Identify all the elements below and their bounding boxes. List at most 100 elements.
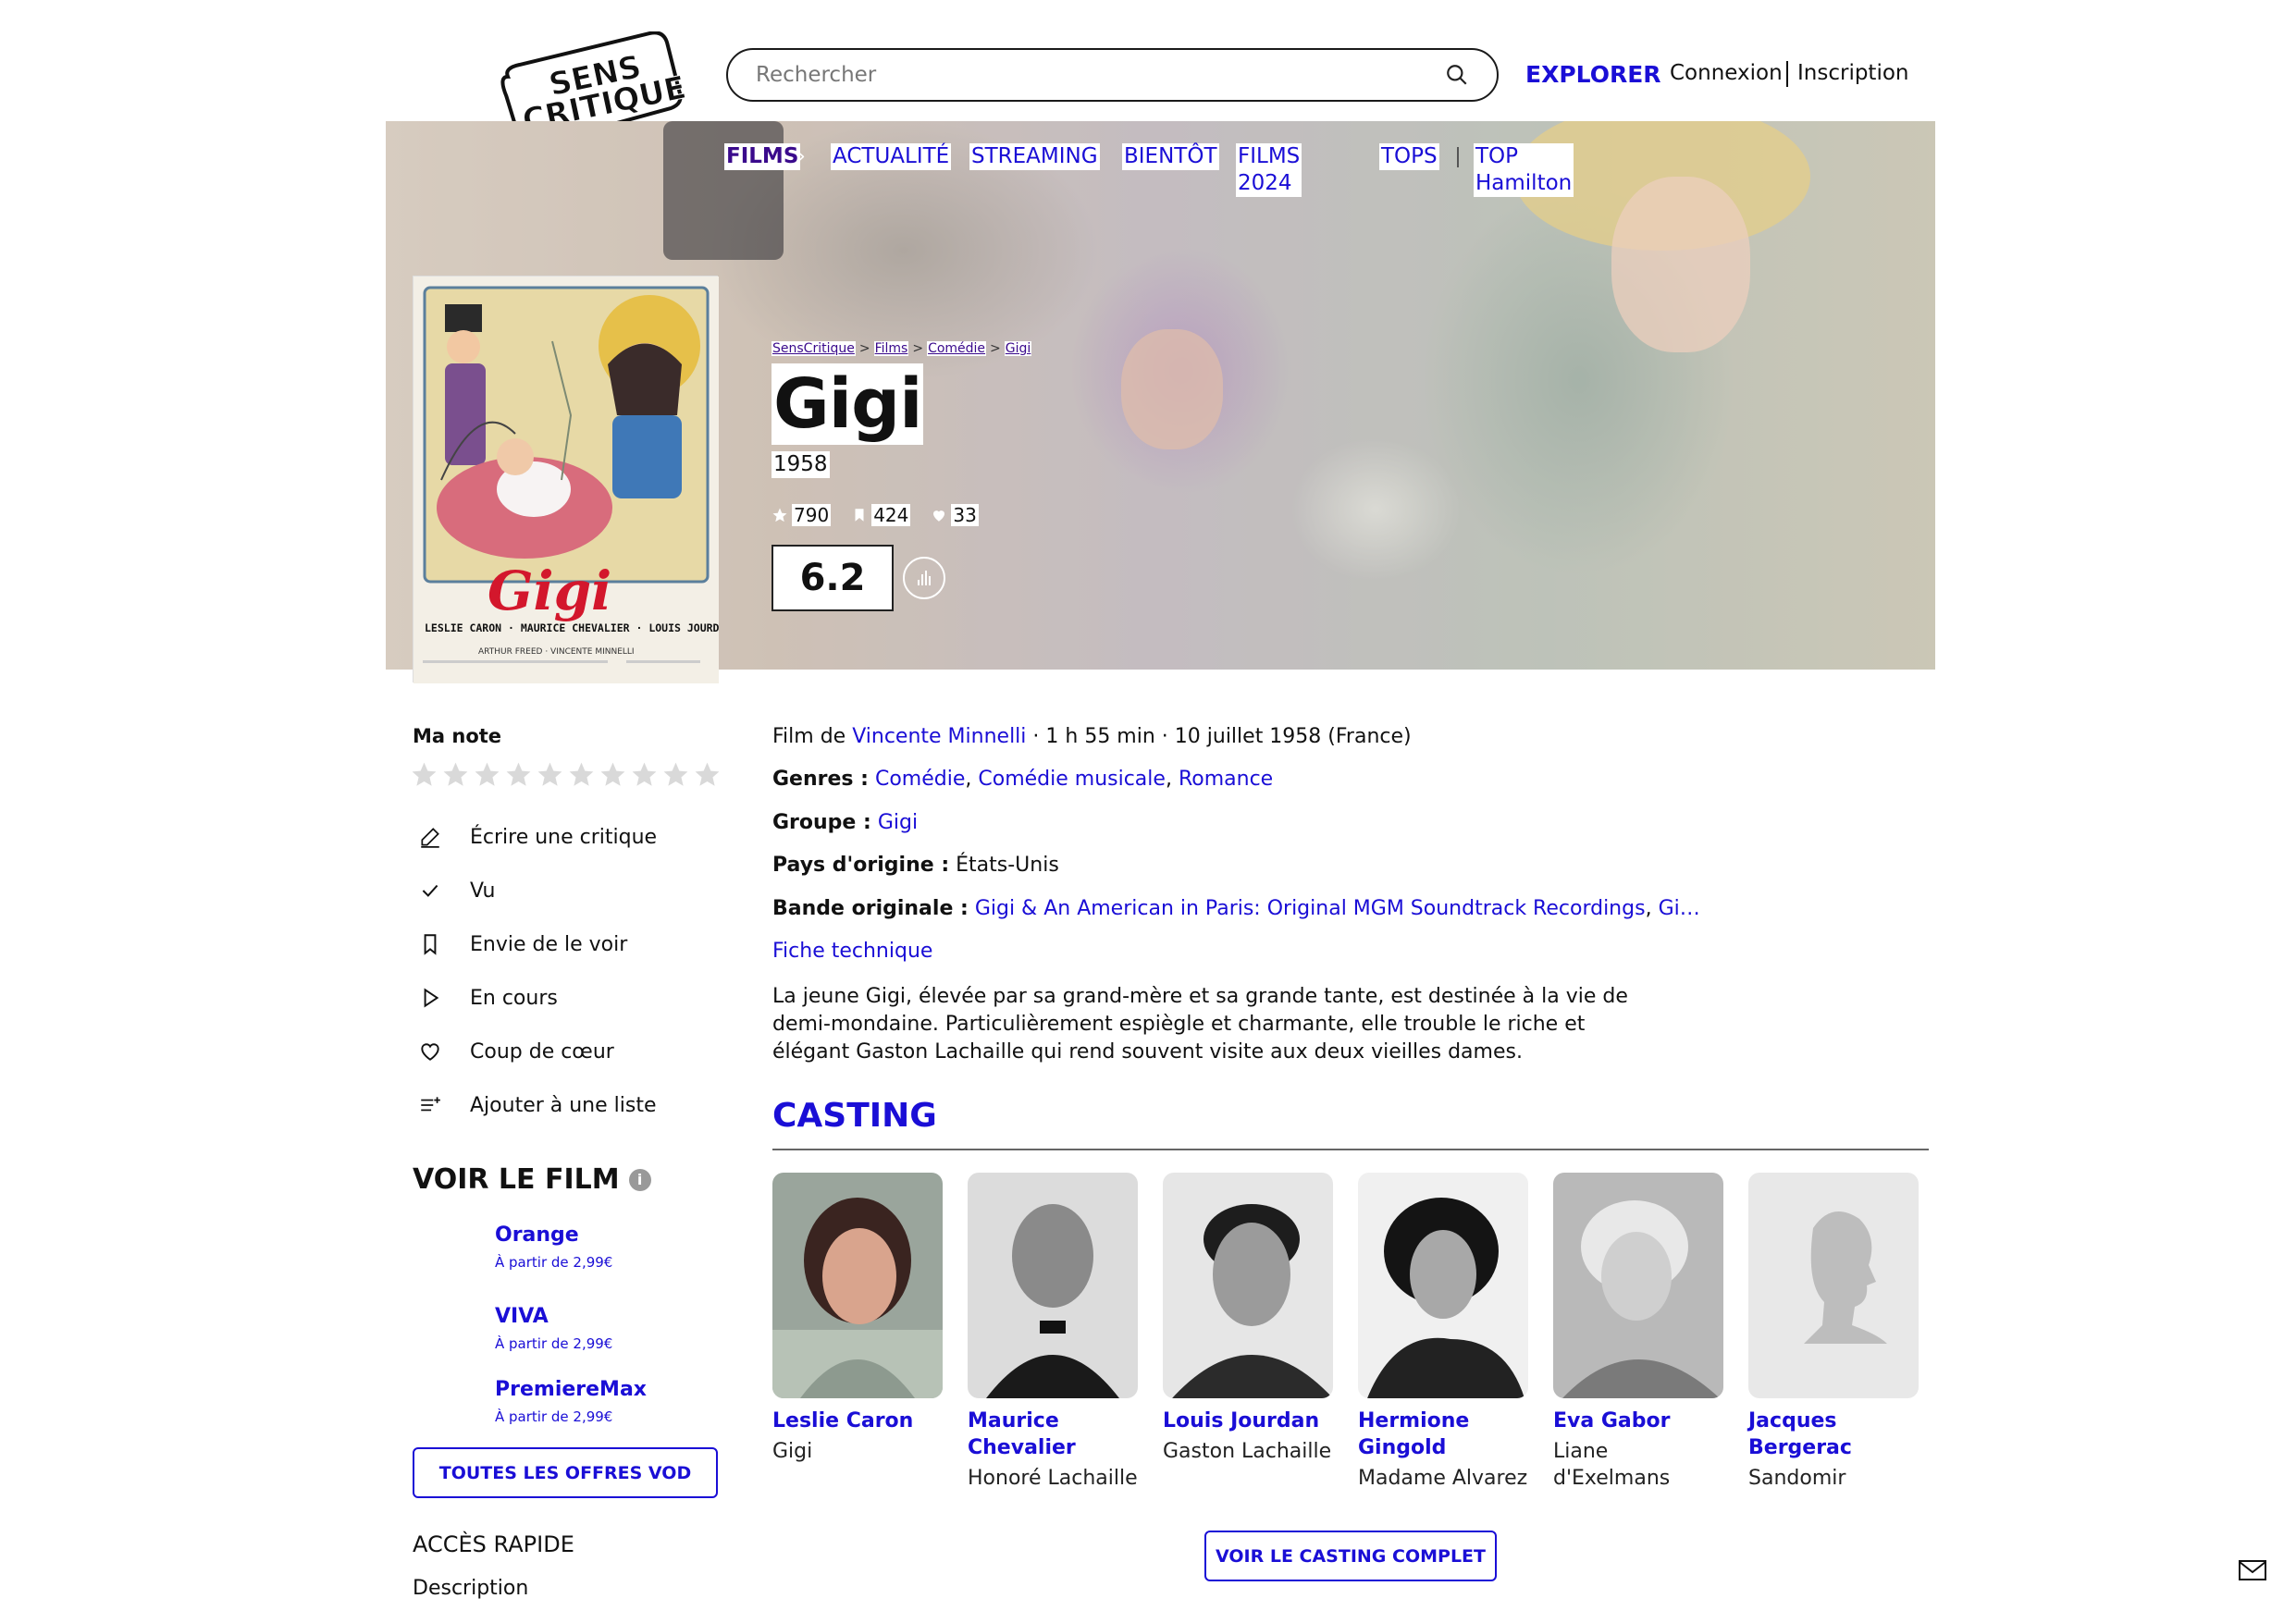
search-icon[interactable] — [1445, 63, 1469, 87]
breadcrumb-gigi[interactable]: Gigi — [1004, 341, 1032, 356]
country-label: Pays d'origine : — [772, 854, 950, 877]
watch-film-label: VOIR LE FILM — [413, 1163, 620, 1196]
actor-photo[interactable] — [1358, 1173, 1528, 1398]
add-to-list-button[interactable]: Ajouter à une liste — [418, 1093, 657, 1117]
signup-link[interactable]: Inscription — [1797, 61, 1909, 85]
all-vod-offers-button[interactable]: TOUTES LES OFFRES VOD — [413, 1447, 718, 1498]
vod-offer-premieremax[interactable]: PremiereMax À partir de 2,99€ — [495, 1378, 647, 1425]
vod-offer-viva[interactable]: VIVA À partir de 2,99€ — [495, 1305, 612, 1352]
rating-distribution-button[interactable] — [903, 557, 945, 599]
star-icon[interactable] — [473, 760, 501, 789]
director-link[interactable]: Vincente Minnelli — [852, 725, 1026, 748]
cast-card[interactable]: Hermione Gingold Madame Alvarez — [1358, 1173, 1528, 1492]
backdrop-shape — [1611, 177, 1750, 352]
actor-photo[interactable] — [968, 1173, 1138, 1398]
cast-card[interactable]: Louis Jourdan Gaston Lachaille — [1163, 1173, 1333, 1465]
breadcrumb-senscritique[interactable]: SensCritique — [772, 341, 856, 356]
nav-actualite[interactable]: ACTUALITÉ — [831, 143, 952, 170]
nav-top-hamilton[interactable]: TOP Hamilton — [1474, 143, 1574, 197]
country-value: États-Unis — [956, 854, 1059, 877]
vod-price: À partir de 2,99€ — [495, 1254, 613, 1271]
want-to-see-label: Envie de le voir — [470, 932, 628, 956]
nav-tops[interactable]: TOPS — [1379, 143, 1439, 170]
check-icon — [422, 884, 438, 897]
film-year: 1958 — [772, 451, 830, 478]
explorer-link[interactable]: EXPLORER — [1525, 61, 1661, 88]
want-to-see-button[interactable]: Envie de le voir — [418, 932, 627, 956]
nav-films-2024[interactable]: FILMS 2024 — [1236, 143, 1302, 197]
quick-access-description-link[interactable]: Description — [413, 1577, 528, 1600]
favorite-label: Coup de cœur — [470, 1039, 614, 1064]
genre-link[interactable]: Romance — [1179, 768, 1273, 791]
search-input[interactable]: Rechercher — [726, 48, 1499, 102]
star-icon[interactable] — [630, 760, 659, 789]
soundtrack-link[interactable]: Gigi & An American in Paris: Original MG… — [975, 897, 1646, 920]
cast-card[interactable]: Jacques Bergerac Sandomir — [1748, 1173, 1919, 1492]
nav-streaming[interactable]: STREAMING — [969, 143, 1100, 170]
actor-name[interactable]: Eva Gabor — [1553, 1408, 1723, 1434]
soundtrack-more-link[interactable]: Gi… — [1659, 897, 1700, 920]
group-link[interactable]: Gigi — [878, 811, 918, 834]
backdrop-shape — [1121, 329, 1223, 449]
in-progress-button[interactable]: En cours — [418, 986, 558, 1010]
breadcrumb-separator: > — [990, 341, 1001, 356]
cast-card[interactable]: Maurice Chevalier Honoré Lachaille — [968, 1173, 1138, 1492]
poster-cast-line: LESLIE CARON · MAURICE CHEVALIER · LOUIS… — [425, 621, 719, 634]
favorite-button[interactable]: Coup de cœur — [418, 1039, 614, 1064]
vod-offer-orange[interactable]: Orange À partir de 2,99€ — [495, 1223, 612, 1271]
breadcrumb-films[interactable]: Films — [873, 341, 909, 356]
watch-film-heading: VOIR LE FILM i — [413, 1163, 651, 1196]
actor-photo[interactable] — [772, 1173, 943, 1398]
rating-stars[interactable] — [410, 760, 722, 789]
favorites-stat: 33 — [931, 504, 979, 526]
actor-photo[interactable] — [1163, 1173, 1333, 1398]
full-casting-button[interactable]: VOIR LE CASTING COMPLET — [1204, 1531, 1497, 1581]
average-rating: 6.2 — [772, 545, 894, 611]
genre-link[interactable]: Comédie musicale — [978, 768, 1166, 791]
bookmark-icon — [424, 934, 437, 955]
star-icon[interactable] — [567, 760, 596, 789]
actor-name[interactable]: Jacques Bergerac — [1748, 1408, 1919, 1461]
cast-card[interactable]: Leslie Caron Gigi — [772, 1173, 943, 1465]
genre-link[interactable]: Comédie — [875, 768, 965, 791]
star-icon[interactable] — [410, 760, 438, 789]
in-progress-label: En cours — [470, 986, 558, 1010]
actor-photo[interactable] — [1553, 1173, 1723, 1398]
my-rating-label: Ma note — [413, 725, 502, 747]
nav-bientot[interactable]: BIENTÔT — [1122, 143, 1219, 170]
add-to-list-label: Ajouter à une liste — [470, 1093, 657, 1117]
star-icon[interactable] — [504, 760, 533, 789]
seen-button[interactable]: Vu — [418, 879, 496, 903]
heart-icon — [421, 1043, 439, 1061]
vod-provider-name[interactable]: PremiereMax — [495, 1378, 647, 1401]
login-link[interactable]: Connexion — [1670, 61, 1783, 85]
film-poster[interactable]: Gigi LESLIE CARON · MAURICE CHEVALIER · … — [413, 276, 732, 683]
cast-card[interactable]: Eva Gabor Liane d'Exelmans — [1553, 1173, 1723, 1492]
actor-role: Gaston Lachaille — [1163, 1440, 1332, 1463]
star-icon[interactable] — [441, 760, 470, 789]
info-icon[interactable]: i — [628, 1168, 651, 1191]
actor-name[interactable]: Hermione Gingold — [1358, 1408, 1528, 1461]
actor-photo-placeholder[interactable] — [1748, 1173, 1919, 1398]
actor-name[interactable]: Louis Jourdan — [1163, 1408, 1333, 1434]
mail-icon[interactable] — [2239, 1559, 2266, 1581]
wishlist-stat: 424 — [851, 504, 911, 526]
nav-films[interactable]: FILMS — [724, 143, 801, 170]
actor-name[interactable]: Maurice Chevalier — [968, 1408, 1138, 1461]
pencil-icon — [421, 828, 439, 848]
star-icon[interactable] — [661, 760, 690, 789]
favorites-count: 33 — [951, 504, 979, 526]
write-review-button[interactable]: Écrire une critique — [418, 825, 657, 849]
breadcrumb-comedie[interactable]: Comédie — [927, 341, 987, 356]
group-label: Groupe : — [772, 811, 871, 834]
star-icon[interactable] — [599, 760, 627, 789]
vod-provider-name[interactable]: Orange — [495, 1223, 612, 1247]
actor-name[interactable]: Leslie Caron — [772, 1408, 943, 1434]
genres-label: Genres : — [772, 768, 869, 791]
bookmark-icon — [855, 509, 864, 522]
star-icon[interactable] — [536, 760, 564, 789]
star-icon[interactable] — [693, 760, 722, 789]
heart-icon — [933, 510, 945, 522]
vod-provider-name[interactable]: VIVA — [495, 1305, 612, 1328]
technical-sheet-link[interactable]: Fiche technique — [772, 940, 932, 963]
